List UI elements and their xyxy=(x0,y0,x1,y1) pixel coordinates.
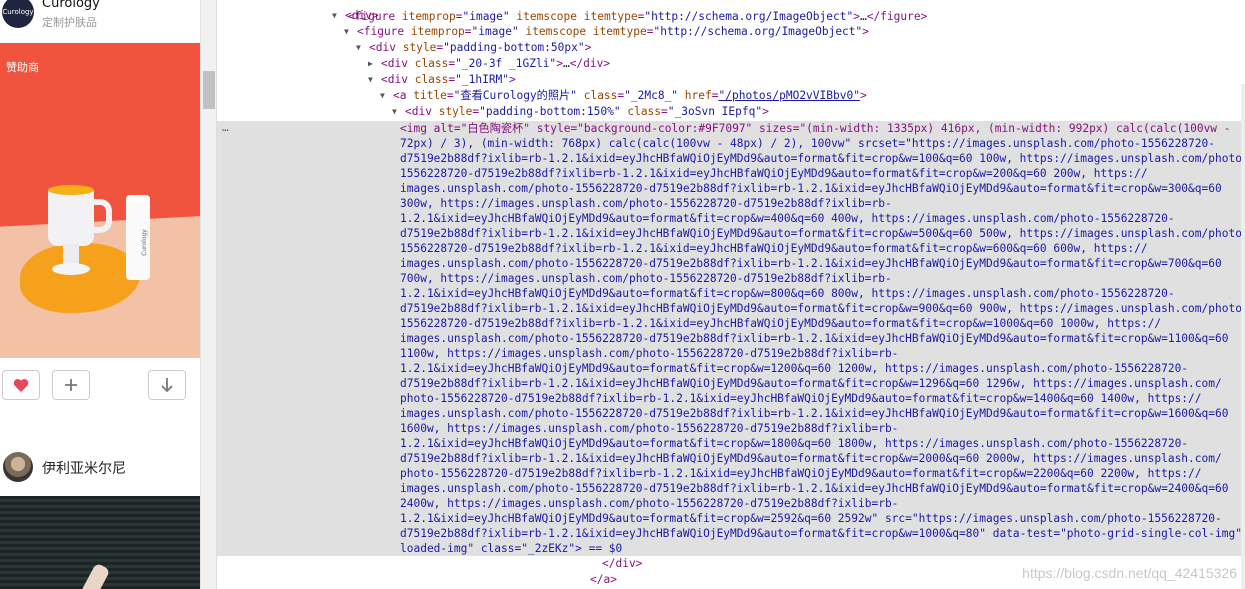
brand-subtitle: 定制护肤品 xyxy=(42,16,97,29)
dom-line-div[interactable]: ▼ <div> xyxy=(332,8,1245,24)
img-node-line: d7519e2b88df?ixlib=rb-1.2.1&ixid=eyJhcHB… xyxy=(400,377,1222,390)
photographer-name[interactable]: 伊利亚米尔尼 xyxy=(42,458,126,478)
photo-tube-cap xyxy=(128,195,148,203)
photo-mug-top xyxy=(48,185,94,195)
img-node-line: images.unsplash.com/photo-1556228720-d75… xyxy=(400,482,1229,495)
img-node-line: d7519e2b88df?ixlib=rb-1.2.1&ixid=eyJhcHB… xyxy=(400,227,1245,240)
img-node-line: d7519e2b88df?ixlib=rb-1.2.1&ixid=eyJhcHB… xyxy=(400,452,1222,465)
collapse-arrow-icon[interactable]: ▼ xyxy=(344,24,349,40)
avatar[interactable] xyxy=(3,452,33,482)
add-to-collection-button[interactable] xyxy=(52,370,90,400)
collapse-arrow-icon[interactable]: ▼ xyxy=(332,8,337,24)
collapse-arrow-icon[interactable]: ▼ xyxy=(368,72,373,88)
img-node-line: photo-1556228720-d7519e2b88df?ixlib=rb-1… xyxy=(400,467,1202,480)
download-button[interactable] xyxy=(148,370,186,400)
photographer-row[interactable]: 伊利亚米尔尼 xyxy=(0,452,200,484)
img-node-line: images.unsplash.com/photo-1556228720-d75… xyxy=(400,407,1229,420)
scrollbar-thumb[interactable] xyxy=(203,71,215,109)
watermark: https://blog.csdn.net/qq_42415326 xyxy=(1022,565,1237,581)
img-node-line: loaded-img" class="_2zEKz"> == $0 xyxy=(400,542,623,555)
selected-img-node[interactable]: <img alt="白色陶瓷杯" style="background-color… xyxy=(400,121,1245,556)
expand-arrow-icon[interactable]: ▶ xyxy=(368,56,373,72)
img-node-line: <img alt="白色陶瓷杯" style="background-color… xyxy=(400,122,1231,135)
img-node-line: 1.2.1&ixid=eyJhcHBfaWQiOjEyMDd9&auto=for… xyxy=(400,287,1175,300)
collapse-arrow-icon[interactable]: ▼ xyxy=(356,40,361,56)
collapse-arrow-icon[interactable]: ▼ xyxy=(380,88,385,104)
img-node-line: 1.2.1&ixid=eyJhcHBfaWQiOjEyMDd9&auto=for… xyxy=(400,362,1189,375)
node-actions-ellipsis[interactable]: … xyxy=(222,121,229,134)
dom-line-figure[interactable]: ▼ <figure itemprop="image" itemscope item… xyxy=(344,24,1245,40)
img-node-line: d7519e2b88df?ixlib=rb-1.2.1&ixid=eyJhcHB… xyxy=(400,527,1242,540)
photo-dark-stripes[interactable] xyxy=(0,496,200,589)
photo-hand xyxy=(77,562,111,589)
img-node-line: 1556228720-d7519e2b88df?ixlib=rb-1.2.1&i… xyxy=(400,317,1162,330)
img-node-line: 1.2.1&ixid=eyJhcHBfaWQiOjEyMDd9&auto=for… xyxy=(400,512,1222,525)
page-scrollbar[interactable] xyxy=(200,0,217,589)
dom-line-div[interactable]: ▼ <div class="_1hIRM"> xyxy=(368,72,1245,88)
plus-icon xyxy=(65,379,77,391)
brand-logo[interactable]: Curology xyxy=(2,0,34,28)
img-node-line: 1.2.1&ixid=eyJhcHBfaWQiOjEyMDd9&auto=for… xyxy=(400,437,1189,450)
devtools-elements-panel: … <figure itemprop="image" itemscope ite… xyxy=(217,0,1245,589)
sponsor-header[interactable]: Curology Curology 定制护肤品 xyxy=(0,0,200,34)
img-node-line: images.unsplash.com/photo-1556228720-d75… xyxy=(400,332,1229,345)
img-node-line: 1556228720-d7519e2b88df?ixlib=rb-1.2.1&i… xyxy=(400,242,1148,255)
img-node-line: images.unsplash.com/photo-1556228720-d75… xyxy=(400,257,1222,270)
img-node-line: d7519e2b88df?ixlib=rb-1.2.1&ixid=eyJhcHB… xyxy=(400,302,1245,315)
img-node-line: 1556228720-d7519e2b88df?ixlib=rb-1.2.1&i… xyxy=(400,167,1148,180)
dom-line-div[interactable]: ▶ <div class="_20-3f _1GZli">…</div> xyxy=(368,56,1245,72)
photo-tube-text: Curology xyxy=(140,229,148,256)
img-node-line: d7519e2b88df?ixlib=rb-1.2.1&ixid=eyJhcHB… xyxy=(400,152,1245,165)
dom-line-div[interactable]: ▼ <div style="padding-bottom:150%" class=… xyxy=(392,104,1245,120)
img-node-line: 700w, https://images.unsplash.com/photo-… xyxy=(400,272,892,285)
img-node-line: 2400w, https://images.unsplash.com/photo… xyxy=(400,497,899,510)
photo-mug-base xyxy=(52,263,90,275)
sponsor-label: 赞助商 xyxy=(6,61,39,74)
heart-icon xyxy=(13,378,29,392)
img-node-line: 72px) / 3), (min-width: 768px) calc(calc… xyxy=(400,137,1215,150)
like-button[interactable] xyxy=(2,370,40,400)
arrow-down-icon xyxy=(161,378,173,393)
collapse-arrow-icon[interactable]: ▼ xyxy=(392,104,397,120)
devtools-scrollbar[interactable] xyxy=(1241,84,1245,589)
img-node-line: photo-1556228720-d7519e2b88df?ixlib=rb-1… xyxy=(400,392,1202,405)
img-node-line: 1600w, https://images.unsplash.com/photo… xyxy=(400,422,899,435)
photo-mug xyxy=(48,188,94,246)
photo-actions xyxy=(0,370,200,402)
img-node-line: images.unsplash.com/photo-1556228720-d75… xyxy=(400,182,1222,195)
page-panel: Curology Curology 定制护肤品 赞助商 Curology 伊利亚… xyxy=(0,0,200,589)
dom-line-a[interactable]: ▼ <a title="查看Curology的照片" class="_2Mc8_"… xyxy=(380,88,1245,104)
img-node-line: 300w, https://images.unsplash.com/photo-… xyxy=(400,197,892,210)
dom-line-div[interactable]: ▼ <div style="padding-bottom:50px"> xyxy=(356,40,1245,56)
photo-white-ceramic-cup[interactable]: 赞助商 Curology xyxy=(0,43,200,358)
img-node-line: 1100w, https://images.unsplash.com/photo… xyxy=(400,347,899,360)
img-node-line: 1.2.1&ixid=eyJhcHBfaWQiOjEyMDd9&auto=for… xyxy=(400,212,1175,225)
brand-name[interactable]: Curology xyxy=(42,0,100,11)
